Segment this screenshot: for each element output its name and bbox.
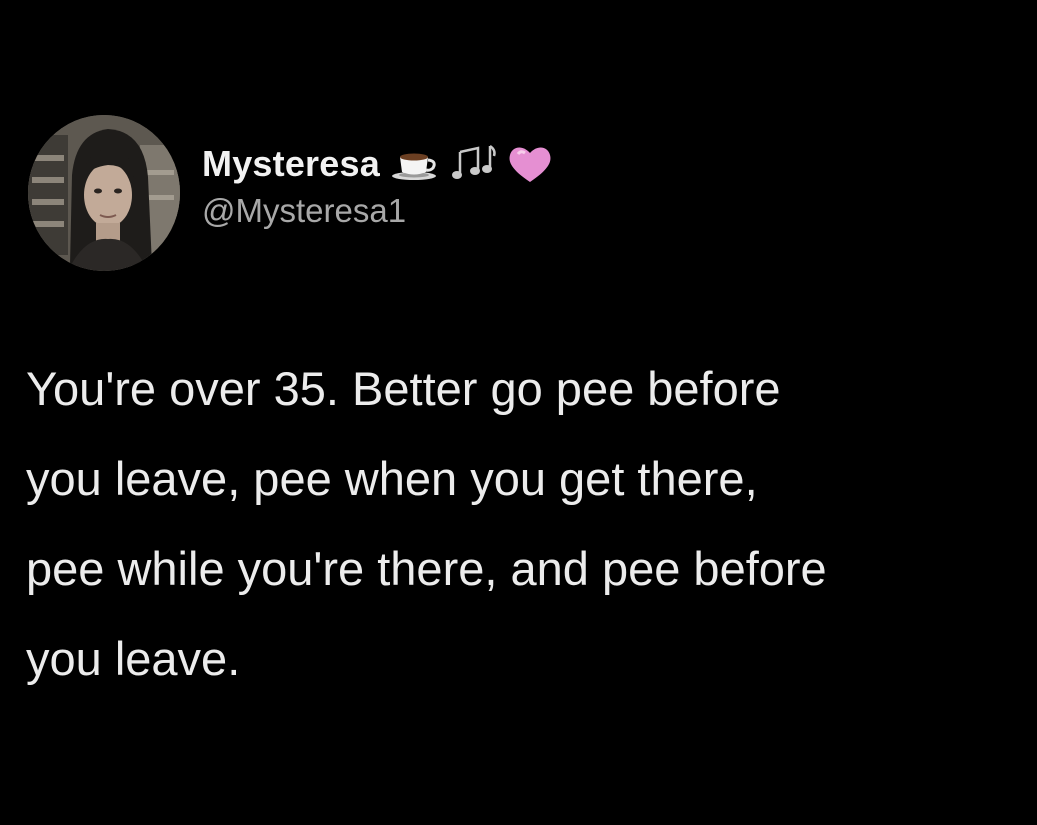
music-notes-icon [450,144,498,184]
name-row: Mysteresa [202,140,552,188]
coffee-cup-icon [390,147,440,181]
pink-heart-icon [508,144,552,184]
tweet-card: Mysteresa @Mysteresa1 You're over 35. Be… [0,0,1037,825]
avatar-image [28,115,180,271]
avatar[interactable] [28,115,180,271]
author-info: Mysteresa @Mysteresa1 [202,140,552,230]
display-name[interactable]: Mysteresa [202,143,380,185]
user-handle[interactable]: @Mysteresa1 [202,192,552,230]
tweet-text: You're over 35. Better go pee before you… [26,362,827,685]
